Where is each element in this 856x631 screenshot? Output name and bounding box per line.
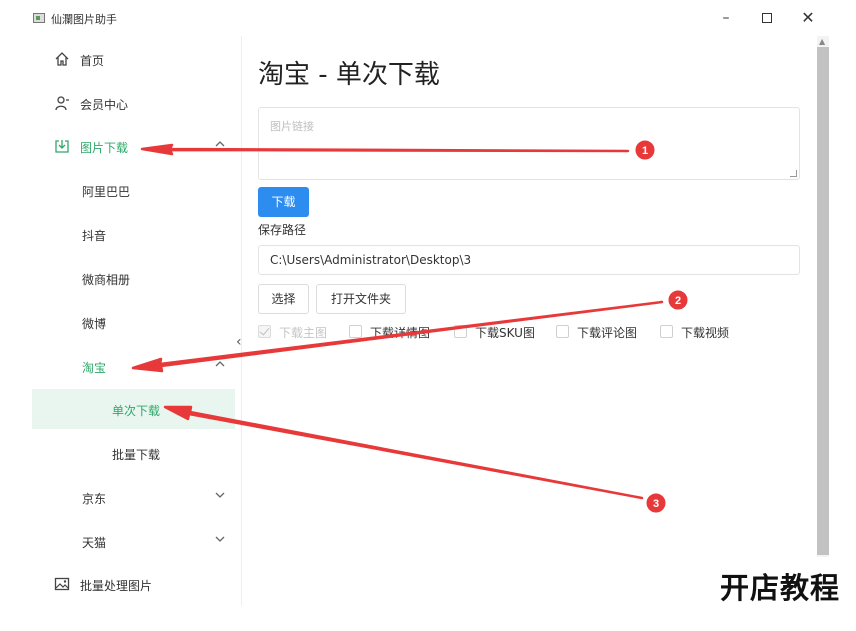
close-button[interactable]: ✕ [796, 8, 820, 28]
sidebar-item-label: 天猫 [82, 536, 107, 550]
sidebar-item-label: 批量处理图片 [80, 579, 153, 593]
image-link-textarea[interactable]: 图片链接 [258, 107, 800, 180]
sidebar-item-home[interactable]: 首页 [32, 39, 242, 79]
marker-2: 2 [675, 295, 681, 307]
image-icon [54, 577, 70, 591]
sidebar-item-label: 京东 [82, 492, 107, 506]
user-icon [55, 96, 69, 111]
maximize-icon [762, 13, 772, 23]
scrollbar-thumb[interactable] [817, 47, 829, 555]
chevron-down-icon [215, 492, 225, 498]
sidebar-item-label: 微博 [82, 317, 107, 331]
chevron-up-icon [215, 361, 225, 367]
sidebar-item-label: 单次下载 [112, 404, 161, 418]
checkbox-label: 下载视频 [681, 326, 730, 340]
sidebar-item-taobao[interactable]: 淘宝 [32, 346, 242, 386]
sidebar-item-label: 淘宝 [82, 361, 107, 375]
checkbox-label: 下载评论图 [577, 326, 638, 340]
title-bar: 仙瀾图片助手 – ✕ [0, 0, 856, 36]
scroll-up-icon[interactable]: ▲ [819, 37, 825, 46]
minimize-button[interactable]: – [714, 8, 738, 28]
checkbox-box [660, 325, 673, 338]
sidebar-item-label: 阿里巴巴 [82, 185, 131, 199]
sidebar-item-member[interactable]: 会员中心 [32, 83, 242, 123]
collapse-sidebar-button[interactable]: ‹ [236, 334, 242, 350]
sidebar-item-jd[interactable]: 京东 [32, 477, 242, 517]
sidebar-item-label: 图片下载 [80, 141, 129, 155]
image-link-placeholder: 图片链接 [270, 120, 314, 133]
sidebar-item-label: 批量下载 [112, 448, 161, 462]
window-title: 仙瀾图片助手 [51, 13, 117, 26]
resize-grip-icon[interactable] [790, 170, 797, 177]
checkbox-label: 下载详情图 [370, 326, 431, 340]
checkbox-label: 下载主图 [279, 326, 328, 340]
sidebar-item-batch-process[interactable]: 批量处理图片 [32, 564, 242, 604]
marker-3-circle [646, 493, 666, 513]
sidebar-item-tmall[interactable]: 天猫 [32, 521, 242, 561]
sidebar-item-image-download[interactable]: 图片下载 [32, 126, 242, 166]
sidebar-item-alibaba[interactable]: 阿里巴巴 [32, 170, 242, 210]
chevron-down-icon [215, 536, 225, 542]
marker-2-circle [668, 290, 688, 310]
home-icon [55, 52, 69, 66]
save-path-input[interactable]: C:\Users\Administrator\Desktop\3 [258, 245, 800, 275]
sidebar-item-label: 会员中心 [80, 98, 129, 112]
sidebar-item-label: 微商相册 [82, 273, 131, 287]
sidebar: 首页 会员中心 图片下载 阿里巴巴 抖音 微商相册 微博 淘宝 单次下载 批量下… [32, 36, 242, 606]
app-icon [33, 13, 45, 23]
sidebar-item-label: 首页 [80, 54, 105, 68]
download-icon [55, 140, 69, 153]
marker-3: 3 [653, 498, 659, 510]
sidebar-item-single-download[interactable]: 单次下载 [32, 389, 235, 429]
sidebar-item-weibo[interactable]: 微博 [32, 302, 242, 342]
save-path-label: 保存路径 [258, 223, 307, 237]
page-title: 淘宝 - 单次下载 [258, 60, 440, 90]
checkbox-box [349, 325, 362, 338]
choose-button[interactable]: 选择 [258, 284, 309, 314]
maximize-button[interactable] [755, 8, 779, 28]
download-button[interactable]: 下载 [258, 187, 309, 217]
checkbox-box [258, 325, 271, 338]
watermark-text: 开店教程 [720, 571, 841, 605]
sidebar-item-douyin[interactable]: 抖音 [32, 214, 242, 254]
open-folder-button[interactable]: 打开文件夹 [316, 284, 406, 314]
checkbox-box [556, 325, 569, 338]
chevron-up-icon [215, 141, 225, 147]
checkbox-label: 下载SKU图 [475, 326, 535, 340]
checkbox-box [454, 325, 467, 338]
sidebar-item-label: 抖音 [82, 229, 107, 243]
sidebar-item-weishang[interactable]: 微商相册 [32, 258, 242, 298]
sidebar-item-batch-download[interactable]: 批量下载 [32, 433, 242, 473]
